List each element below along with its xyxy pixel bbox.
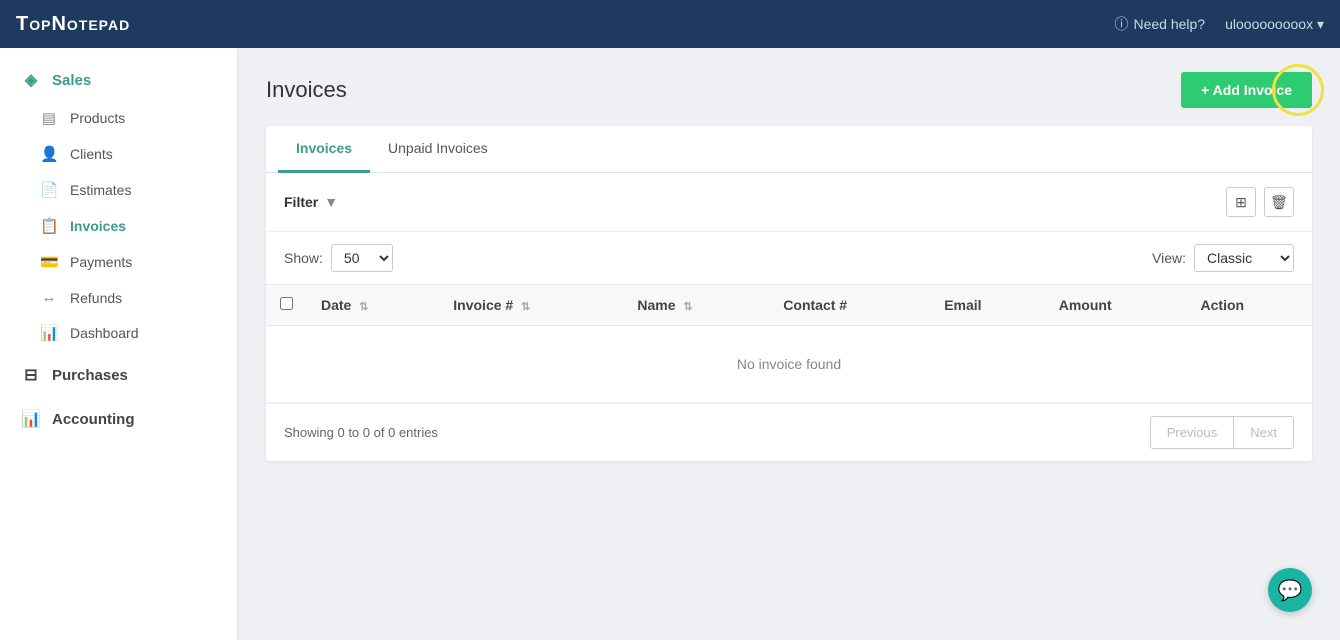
no-data-row: No invoice found	[266, 326, 1312, 403]
chat-icon: 💬	[1278, 578, 1303, 603]
show-view-row: Show: 10 25 50 100 View: Classic Modern	[266, 232, 1312, 284]
view-label: View: Classic Modern	[1152, 244, 1294, 272]
sidebar-purchases-title[interactable]: ⊟ Purchases	[0, 355, 237, 395]
pagination-row: Showing 0 to 0 of 0 entries Previous Nex…	[266, 403, 1312, 461]
sidebar-item-clients[interactable]: 👤 Clients	[0, 136, 237, 172]
show-select[interactable]: 10 25 50 100	[331, 244, 393, 272]
invoices-icon: 📋	[40, 217, 58, 235]
next-button[interactable]: Next	[1234, 416, 1294, 449]
sidebar-item-refunds[interactable]: ↔ Refunds	[0, 280, 237, 315]
sidebar-section-accounting: 📊 Accounting	[0, 399, 237, 439]
add-invoice-wrapper: + Add Invoice	[1181, 72, 1312, 108]
filter-icon: ▼	[324, 194, 338, 210]
invoice-sort-icon: ⇅	[521, 300, 530, 313]
th-contact: Contact #	[769, 285, 930, 326]
delete-button[interactable]: 🗑	[1264, 187, 1294, 217]
help-link[interactable]: ⓘ Need help?	[1114, 14, 1205, 34]
sidebar-item-invoices[interactable]: 📋 Invoices	[0, 208, 237, 244]
th-amount: Amount	[1045, 285, 1187, 326]
sidebar-item-dashboard[interactable]: 📊 Dashboard	[0, 315, 237, 351]
refunds-icon: ↔	[40, 289, 58, 306]
add-invoice-button[interactable]: + Add Invoice	[1181, 72, 1312, 108]
sales-icon: ◈	[20, 70, 42, 90]
export-csv-button[interactable]: ⊞	[1226, 187, 1256, 217]
csv-icon: ⊞	[1235, 194, 1247, 211]
payments-icon: 💳	[40, 253, 58, 271]
filter-row: Filter ▼ ⊞ 🗑	[266, 173, 1312, 232]
chat-fab-button[interactable]: 💬	[1268, 568, 1312, 612]
tab-unpaid-invoices[interactable]: Unpaid Invoices	[370, 126, 506, 173]
tab-invoices[interactable]: Invoices	[278, 126, 370, 173]
purchases-icon: ⊟	[20, 365, 42, 385]
th-date[interactable]: Date ⇅	[307, 285, 439, 326]
content-header: Invoices + Add Invoice	[266, 72, 1312, 108]
topnav: TopNotepad ⓘ Need help? ulooooooooox ▾	[0, 0, 1340, 48]
invoice-table: Date ⇅ Invoice # ⇅ Name ⇅	[266, 284, 1312, 403]
estimates-icon: 📄	[40, 181, 58, 199]
main-content: Invoices + Add Invoice Invoices Unpaid I…	[238, 48, 1340, 640]
clients-icon: 👤	[40, 145, 58, 163]
app-logo: TopNotepad	[16, 13, 130, 36]
filter-actions: ⊞ 🗑	[1226, 187, 1294, 217]
help-icon: ⓘ	[1114, 14, 1128, 34]
page-title: Invoices	[266, 77, 347, 103]
select-all-checkbox[interactable]	[280, 297, 293, 310]
date-sort-icon: ⇅	[359, 300, 368, 313]
tabs-container: Invoices Unpaid Invoices	[266, 126, 1312, 173]
previous-button[interactable]: Previous	[1150, 416, 1235, 449]
sidebar-item-products[interactable]: ▤ Products	[0, 100, 237, 136]
sidebar-section-purchases: ⊟ Purchases	[0, 355, 237, 395]
th-action: Action	[1187, 285, 1312, 326]
sidebar-item-estimates[interactable]: 📄 Estimates	[0, 172, 237, 208]
dashboard-icon: 📊	[40, 324, 58, 342]
accounting-icon: 📊	[20, 409, 42, 429]
filter-label: Filter ▼	[284, 194, 338, 210]
th-checkbox	[266, 285, 307, 326]
invoice-table-wrapper: Date ⇅ Invoice # ⇅ Name ⇅	[266, 284, 1312, 403]
products-icon: ▤	[40, 109, 58, 127]
th-invoice-num[interactable]: Invoice # ⇅	[439, 285, 623, 326]
invoices-card: Invoices Unpaid Invoices Filter ▼ ⊞ �	[266, 126, 1312, 461]
view-select[interactable]: Classic Modern	[1194, 244, 1294, 272]
trash-icon: 🗑	[1270, 194, 1288, 211]
th-email: Email	[930, 285, 1045, 326]
sidebar-section-sales: ◈ Sales ▤ Products 👤 Clients 📄 Estimates…	[0, 60, 237, 351]
pagination-buttons: Previous Next	[1150, 416, 1294, 449]
user-menu[interactable]: ulooooooooox ▾	[1225, 16, 1324, 33]
show-label: Show: 10 25 50 100	[284, 244, 393, 272]
sidebar-accounting-title[interactable]: 📊 Accounting	[0, 399, 237, 439]
sidebar-item-payments[interactable]: 💳 Payments	[0, 244, 237, 280]
name-sort-icon: ⇅	[683, 300, 692, 313]
sidebar: ◈ Sales ▤ Products 👤 Clients 📄 Estimates…	[0, 48, 238, 640]
th-name[interactable]: Name ⇅	[623, 285, 769, 326]
topnav-right: ⓘ Need help? ulooooooooox ▾	[1114, 14, 1324, 34]
sidebar-sales-title[interactable]: ◈ Sales	[0, 60, 237, 100]
entries-info: Showing 0 to 0 of 0 entries	[284, 425, 438, 440]
